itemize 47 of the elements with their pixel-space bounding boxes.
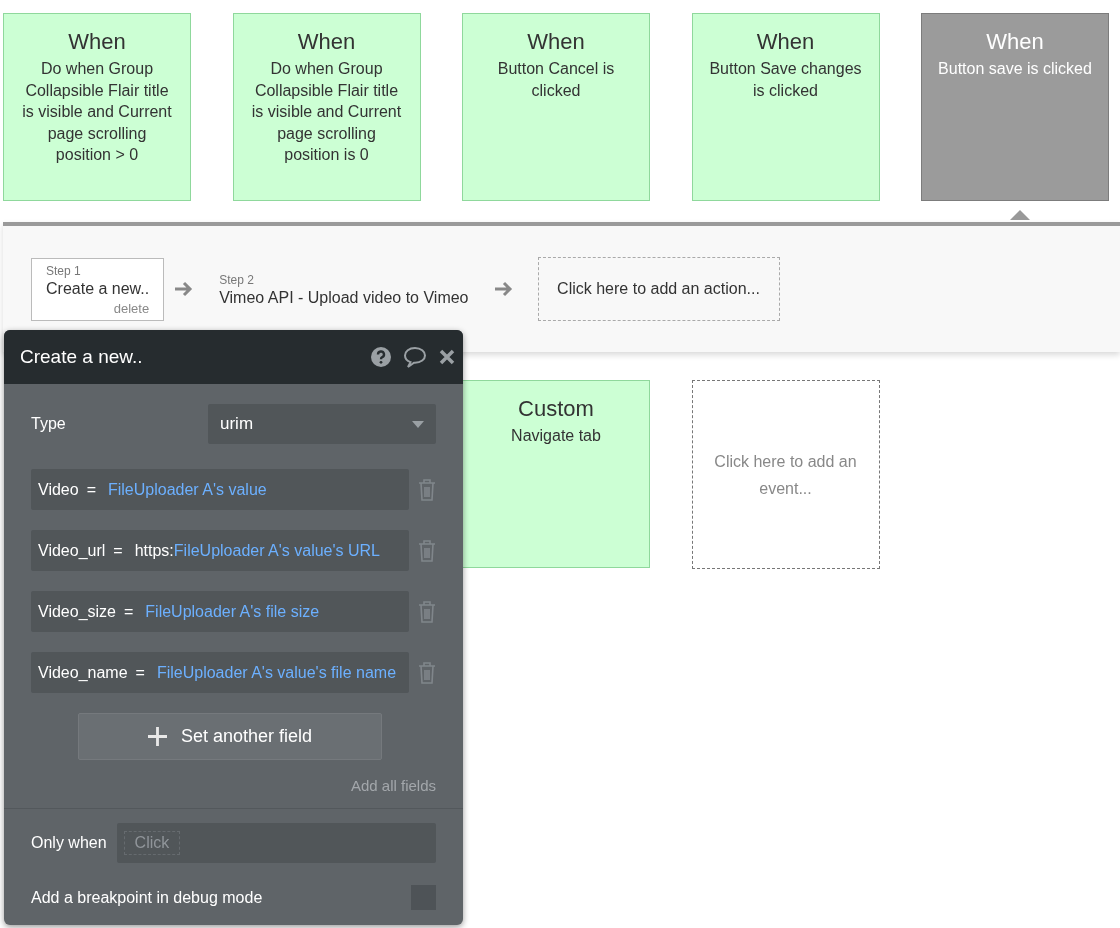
event-card[interactable]: Custom Navigate tab xyxy=(462,380,650,568)
step-card[interactable]: Step 1 Create a new.. delete xyxy=(31,257,165,321)
event-title: When xyxy=(985,28,1045,56)
speech-bubble-icon[interactable] xyxy=(403,346,427,368)
step-label: Step 1 xyxy=(46,263,82,278)
event-title: Custom xyxy=(517,395,595,423)
event-description: Button Save changes is clicked xyxy=(708,59,863,101)
field-expression[interactable]: Video_size = FileUploader A's file size xyxy=(31,591,409,632)
plus-icon xyxy=(147,727,167,746)
arrow-right-icon xyxy=(174,280,195,298)
event-description: Do when Group Collapsible Flair title is visible and Current page scrolling position is 0 xyxy=(250,59,403,165)
trash-icon[interactable] xyxy=(418,478,436,501)
event-description: Navigate tab xyxy=(510,426,602,446)
event-card[interactable]: When Button Cancel is clicked xyxy=(462,13,650,201)
arrow-right-icon xyxy=(493,280,514,298)
step-card[interactable]: Step 2 Vimeo API - Upload video to Vimeo xyxy=(204,266,484,312)
step-title: Create a new.. xyxy=(46,279,150,298)
event-title: When xyxy=(296,28,357,56)
type-dropdown[interactable]: urim xyxy=(208,404,436,444)
event-title: When xyxy=(526,28,586,56)
field-expression[interactable]: Video = FileUploader A's value xyxy=(31,469,409,510)
event-description: Button save is clicked xyxy=(937,59,1093,79)
field-expression[interactable]: Video_url = https:FileUploader A's value's URL xyxy=(31,530,409,571)
event-card[interactable]: When Do when Group Collapsible Flair title is visible and Current page scrolling position is 0 xyxy=(232,13,421,201)
event-card[interactable]: When Do when Group Collapsible Flair title is visible and Current page scrolling position > 0 xyxy=(3,13,191,201)
close-icon[interactable] xyxy=(439,349,455,365)
add-action-button[interactable]: Click here to add an action... xyxy=(537,257,780,321)
event-description: Button Cancel is clicked xyxy=(496,59,616,101)
delete-link[interactable]: delete xyxy=(46,300,150,316)
add-event-button[interactable]: Click here to add an event... xyxy=(691,380,880,569)
set-another-field-button[interactable]: Set another field xyxy=(78,713,382,760)
step-title: Vimeo API - Upload video to Vimeo xyxy=(219,288,469,307)
trash-icon[interactable] xyxy=(418,661,436,684)
type-label: Type xyxy=(31,415,66,433)
event-description: Do when Group Collapsible Flair title is visible and Current page scrolling position > 0 xyxy=(21,59,173,165)
help-icon[interactable] xyxy=(371,347,391,367)
field-expression[interactable]: Video_name = FileUploader A's value's file name xyxy=(31,652,409,693)
event-card[interactable]: When Button Save changes is clicked xyxy=(691,13,880,201)
event-title: When xyxy=(67,28,127,56)
trash-icon[interactable] xyxy=(418,600,436,623)
only-when-label: Only when xyxy=(31,834,107,852)
event-title: When xyxy=(755,28,816,56)
breakpoint-label: Add a breakpoint in debug mode xyxy=(31,888,263,907)
trash-icon[interactable] xyxy=(418,539,436,562)
panel-title: Create a new.. xyxy=(20,346,144,368)
step-label: Step 2 xyxy=(219,272,255,287)
caret-icon xyxy=(412,420,424,428)
